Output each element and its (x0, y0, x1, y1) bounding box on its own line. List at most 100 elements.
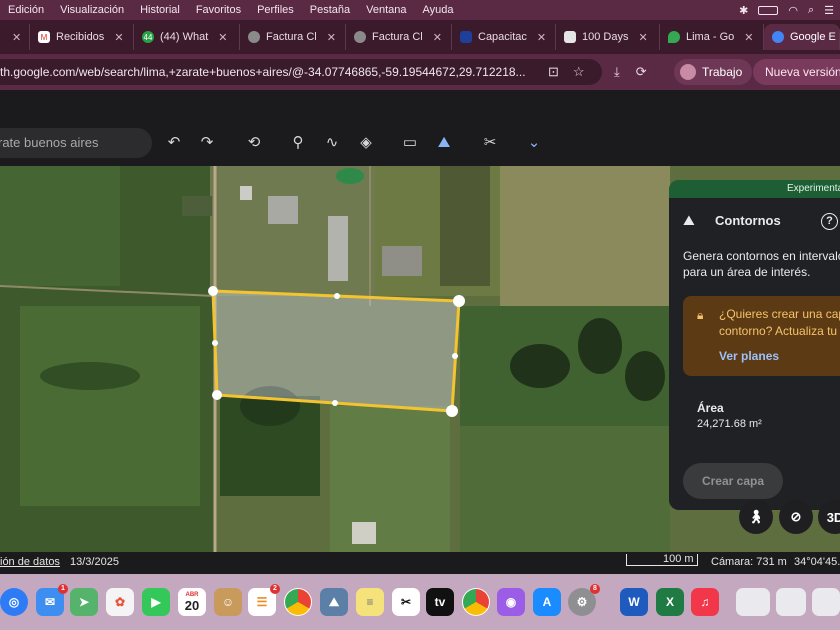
maps-icon[interactable]: ➤ (70, 588, 98, 616)
scale-label: 100 m (663, 553, 694, 565)
menu-visualizacion[interactable]: Visualización (52, 4, 132, 16)
avatar (680, 64, 696, 80)
menu-pestana[interactable]: Pestaña (302, 4, 358, 16)
mail-badge: 1 (58, 584, 68, 594)
profile-button[interactable]: Trabajo (674, 59, 753, 85)
profile-label: Trabajo (702, 65, 743, 79)
tab-recibidos[interactable]: M Recibidos ✕ (30, 24, 134, 50)
description-line-2: para un área de interés. (683, 265, 811, 279)
address-bar[interactable]: th.google.com/web/search/lima,+zarate+bu… (0, 59, 602, 85)
tab-factura-2[interactable]: Factura Cl ✕ (346, 24, 452, 50)
pegman-icon[interactable]: 🚶︎ (739, 500, 773, 534)
calendar-day: 20 (184, 598, 200, 613)
mail-icon[interactable]: ✉ 1 (36, 584, 68, 616)
window-thumbnail[interactable] (736, 588, 770, 616)
system-settings-icon[interactable]: ⚙ 8 (568, 584, 600, 616)
safari-icon[interactable]: ◎ (0, 588, 28, 616)
reminders-icon[interactable]: ☰ 2 (248, 584, 280, 616)
tab-factura-1[interactable]: Factura Cl ✕ (240, 24, 346, 50)
camera-altitude: Cámara: 731 m (711, 556, 787, 568)
lock-icon: 🔒︎ (697, 308, 704, 322)
window-thumbnail[interactable] (812, 588, 840, 616)
close-icon[interactable]: ✕ (12, 31, 21, 44)
close-icon[interactable]: ✕ (327, 31, 336, 44)
menu-edicion[interactable]: Edición (0, 4, 52, 16)
tab-label: Factura Cl (372, 31, 423, 43)
word-icon[interactable]: W (620, 588, 648, 616)
menu-favoritos[interactable]: Favoritos (188, 4, 249, 16)
area-label: Área (697, 401, 724, 415)
app-store-icon[interactable]: A (533, 588, 561, 616)
menu-perfiles[interactable]: Perfiles (249, 4, 302, 16)
chrome-secondary-icon[interactable] (462, 588, 490, 616)
layers-icon[interactable]: ◈ (354, 132, 378, 154)
area-value: 24,271.68 m² (697, 418, 762, 430)
upgrade-notice: 🔒︎ ¿Quieres crear una cap contorno? Actu… (683, 296, 840, 376)
redo-icon[interactable]: ↷ (195, 132, 219, 154)
gmail-icon: M (38, 31, 50, 43)
search-input[interactable]: rate buenos aires (0, 128, 152, 158)
tab-whatsapp[interactable]: 44 (44) What ✕ (134, 24, 240, 50)
experimental-badge: Experimenta (669, 180, 840, 198)
chrome-icon[interactable] (284, 588, 312, 616)
path-icon[interactable]: ∿ (320, 132, 344, 154)
close-icon[interactable]: ✕ (638, 31, 647, 44)
calendar-icon[interactable]: ABR 20 (178, 588, 206, 616)
podcasts-icon[interactable]: ◉ (497, 588, 525, 616)
help-icon[interactable]: ? (821, 213, 838, 230)
facetime-icon[interactable]: ▶ (142, 588, 170, 616)
close-icon[interactable]: ✕ (744, 31, 753, 44)
bluetooth-icon[interactable]: ✱ (739, 4, 748, 17)
terrain-icon[interactable]: ⛰ (432, 132, 456, 154)
notes-icon[interactable]: ≡ (356, 588, 384, 616)
search-icon[interactable]: ⌕ (808, 4, 814, 17)
preview-icon[interactable]: ⛰ (320, 588, 348, 616)
create-layer-button[interactable]: Crear capa (683, 463, 783, 499)
control-center-icon[interactable]: ☰ (824, 4, 834, 17)
undo-icon[interactable]: ↶ (162, 132, 186, 154)
place-pin-icon[interactable]: ⚲ (286, 132, 310, 154)
wifi-icon[interactable]: ◠ (788, 4, 798, 17)
maps-pin-icon (668, 31, 680, 43)
close-icon[interactable]: ✕ (433, 31, 442, 44)
map-status-bar: ión de datos 13/3/2025 100 m Cámara: 731… (0, 552, 840, 574)
tab-label: Lima - Go (686, 31, 735, 43)
download-icon[interactable]: ⤓ (614, 59, 620, 85)
coordinates-readout: 34°04'45. (794, 556, 840, 568)
apple-tv-icon[interactable]: tv (426, 588, 454, 616)
excel-icon[interactable]: X (656, 588, 684, 616)
capcut-icon[interactable]: ✂ (392, 588, 420, 616)
tab-label: Google E (790, 31, 836, 43)
music-icon[interactable]: ♫ (691, 588, 719, 616)
tab-0[interactable]: ✕ (0, 24, 30, 50)
view-plans-link[interactable]: Ver planes (719, 349, 779, 363)
close-icon[interactable]: ✕ (114, 31, 123, 44)
chevron-down-icon[interactable]: ⌄ (522, 132, 546, 154)
tab-100-days[interactable]: 100 Days ✕ (556, 24, 660, 50)
install-app-icon[interactable]: ⊡ (548, 59, 559, 85)
compass-icon[interactable]: ⊘ (779, 500, 813, 534)
close-icon[interactable]: ✕ (537, 31, 546, 44)
new-version-button[interactable]: Nueva versión d (753, 59, 840, 85)
tab-capacitacion[interactable]: Capacitac ✕ (452, 24, 556, 50)
battery-icon[interactable] (758, 5, 779, 15)
photos-icon[interactable]: ✿ (106, 588, 134, 616)
close-icon[interactable]: ✕ (218, 31, 227, 44)
tab-google-earth[interactable]: Google E (764, 24, 840, 50)
earth-toolbar: rate buenos aires ↶ ↷ ⟲ ⚲ ∿ ◈ ▭ ⛰ ✂ ⌄ (0, 90, 840, 166)
data-attribution-link[interactable]: ión de datos (0, 556, 60, 568)
ruler-icon[interactable]: ▭ (398, 132, 422, 154)
globe-icon (354, 31, 366, 43)
bookmark-star-icon[interactable]: ☆ (573, 59, 585, 85)
history-icon[interactable]: ⟲ (242, 132, 266, 154)
contacts-icon[interactable]: ☺ (214, 588, 242, 616)
menu-ayuda[interactable]: Ayuda (415, 4, 462, 16)
menu-ventana[interactable]: Ventana (358, 4, 414, 16)
tools-icon[interactable]: ✂ (478, 132, 502, 154)
extensions-icon[interactable]: ⟳ (636, 59, 647, 85)
tab-strip: ✕ M Recibidos ✕ 44 (44) What ✕ Factura Cl ✕ F… (0, 20, 840, 54)
menu-historial[interactable]: Historial (132, 4, 188, 16)
window-thumbnail[interactable] (776, 588, 806, 616)
tab-lima[interactable]: Lima - Go ✕ (660, 24, 764, 50)
tab-label: Recibidos (56, 31, 105, 43)
